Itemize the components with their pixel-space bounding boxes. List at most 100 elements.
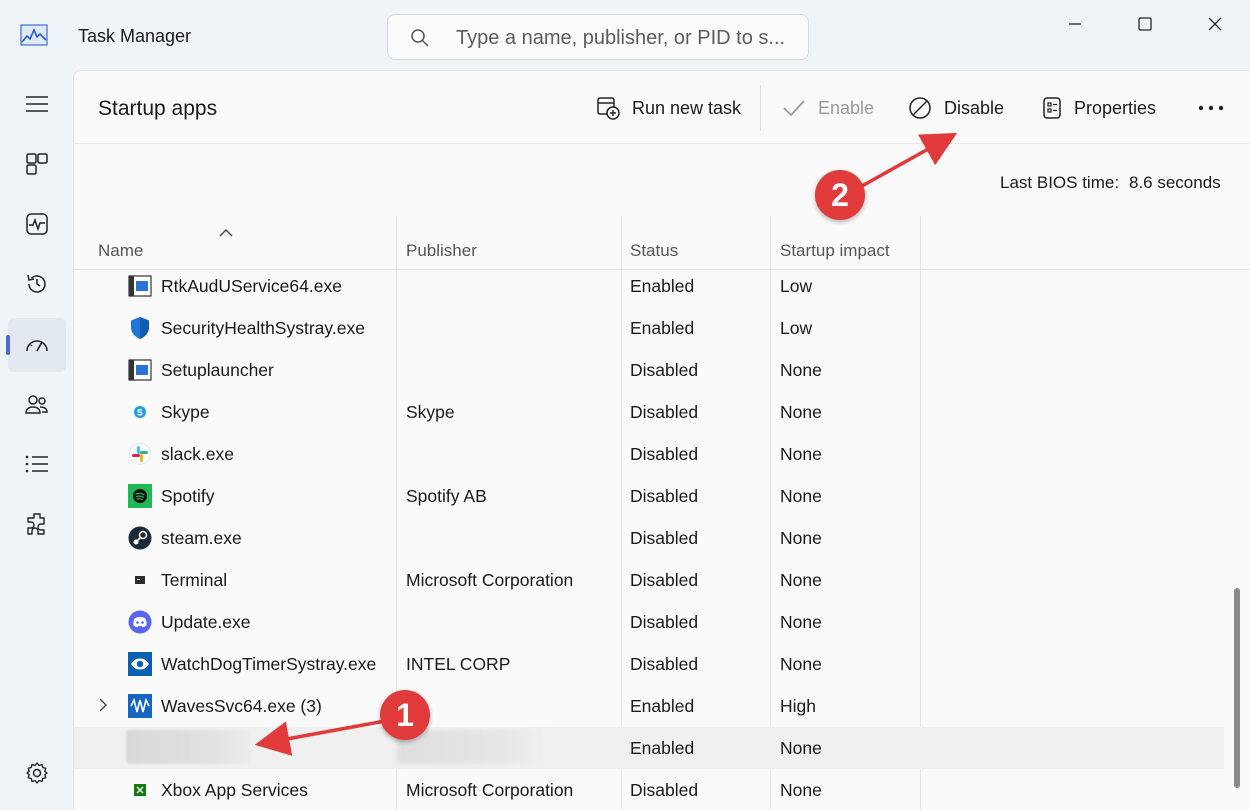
properties-button[interactable]: Properties — [1042, 93, 1156, 123]
column-header-status[interactable]: Status — [630, 241, 678, 261]
row-status: Enabled — [630, 738, 695, 758]
row-status: Disabled — [630, 570, 699, 590]
table-row[interactable]: Xbox App Services Microsoft Corporation … — [74, 769, 1224, 810]
row-impact: High — [780, 696, 816, 716]
row-status: Disabled — [630, 528, 699, 548]
properties-label: Properties — [1074, 97, 1157, 118]
steam-icon — [128, 526, 152, 550]
settings-icon — [26, 762, 48, 784]
row-publisher: Spotify AB — [406, 486, 487, 506]
table-row[interactable]: Spotify Spotify AB Disabled None — [74, 475, 1224, 517]
nav-hamburger-button[interactable] — [8, 77, 66, 131]
table-row[interactable]: WavesSvc64.exe (3) Enabled High — [74, 685, 1224, 727]
more-icon — [1198, 105, 1224, 111]
table-row[interactable]: RtkAudUService64.exe Enabled Low — [74, 265, 1224, 307]
chevron-right-icon[interactable] — [98, 697, 108, 718]
row-status: Enabled — [630, 276, 695, 296]
row-impact: None — [780, 444, 822, 464]
disable-icon — [909, 97, 931, 119]
table-row-selected[interactable]: Enabled None — [74, 727, 1224, 769]
checkmark-icon — [783, 100, 805, 117]
row-publisher: Skype — [406, 402, 455, 422]
annotation-badge-1: 1 — [380, 690, 430, 740]
skype-icon: S — [128, 400, 152, 424]
services-icon — [27, 513, 45, 535]
maximize-button[interactable] — [1130, 10, 1160, 38]
svg-text:S: S — [137, 409, 143, 419]
table-row[interactable]: SecurityHealthSystray.exe Enabled Low — [74, 307, 1224, 349]
search-box[interactable] — [387, 14, 809, 60]
run-new-task-button[interactable]: Run new task — [596, 93, 741, 123]
table-row[interactable]: Update.exe Disabled None — [74, 601, 1224, 643]
table-row[interactable]: WatchDogTimerSystray.exe INTEL CORP Disa… — [74, 643, 1224, 685]
row-impact: Low — [780, 318, 813, 338]
discord-icon — [128, 610, 152, 634]
nav-services[interactable] — [8, 497, 66, 551]
main-panel: Startup apps Run new task Enable Disable… — [73, 70, 1250, 810]
row-name: Xbox App Services — [161, 780, 308, 800]
row-name: Spotify — [161, 486, 215, 506]
details-icon — [25, 455, 48, 473]
row-impact: None — [780, 654, 822, 674]
row-impact: None — [780, 402, 822, 422]
run-new-task-icon — [597, 97, 620, 120]
row-name: WavesSvc64.exe (3) — [161, 696, 322, 716]
startup-apps-icon — [26, 340, 48, 352]
bios-time-value: 8.6 seconds — [1129, 173, 1221, 192]
nav-processes[interactable] — [8, 137, 66, 191]
search-icon — [410, 28, 430, 48]
table-row[interactable]: slack.exe Disabled None — [74, 433, 1224, 475]
hamburger-icon — [26, 96, 48, 112]
waves-icon — [128, 694, 152, 718]
nav-startup-apps[interactable] — [6, 318, 66, 372]
row-impact: None — [780, 486, 822, 506]
close-button[interactable] — [1200, 10, 1230, 38]
row-impact: None — [780, 612, 822, 632]
nav-details[interactable] — [8, 437, 66, 491]
disable-button[interactable]: Disable — [908, 93, 1004, 123]
column-header-startup-impact[interactable]: Startup impact — [780, 241, 890, 261]
row-name: WatchDogTimerSystray.exe — [161, 654, 377, 674]
row-name: Setuplauncher — [161, 360, 274, 380]
row-impact: None — [780, 570, 822, 590]
app-history-icon — [27, 274, 46, 293]
row-publisher: Microsoft Corporation — [406, 570, 574, 590]
nav-app-history[interactable] — [8, 257, 66, 311]
search-input[interactable] — [456, 23, 796, 53]
row-name: Skype — [161, 402, 210, 422]
nav-settings[interactable] — [8, 746, 66, 800]
row-name: steam.exe — [161, 528, 242, 548]
table-row[interactable]: Setuplauncher Disabled None — [74, 349, 1224, 391]
row-status: Disabled — [630, 486, 699, 506]
window-app-icon — [128, 274, 152, 298]
title-bar: Task Manager — [0, 0, 1250, 70]
enable-button[interactable]: Enable — [782, 93, 874, 123]
nav-users[interactable] — [8, 377, 66, 431]
row-name: RtkAudUService64.exe — [161, 276, 342, 296]
row-impact: Low — [780, 276, 813, 296]
column-header-name[interactable]: Name — [98, 241, 143, 261]
close-icon — [1208, 17, 1222, 31]
table-row[interactable]: S Skype Skype Disabled None — [74, 391, 1224, 433]
row-status: Disabled — [630, 444, 699, 464]
toolbar-separator — [760, 85, 761, 131]
vertical-scrollbar[interactable] — [1234, 588, 1240, 788]
enable-label: Enable — [818, 97, 875, 118]
row-status: Disabled — [630, 360, 699, 380]
column-header-publisher[interactable]: Publisher — [406, 241, 477, 261]
table-row[interactable]: steam.exe Disabled None — [74, 517, 1224, 559]
row-status: Enabled — [630, 318, 695, 338]
row-status: Disabled — [630, 654, 699, 674]
properties-icon — [1043, 97, 1061, 119]
row-status: Disabled — [630, 780, 699, 800]
row-publisher: INTEL CORP — [406, 654, 511, 674]
minimize-button[interactable] — [1060, 10, 1090, 38]
redacted-name — [126, 730, 250, 764]
nav-performance[interactable] — [8, 197, 66, 251]
performance-icon — [26, 213, 48, 235]
more-options-button[interactable] — [1198, 93, 1224, 123]
row-impact: None — [780, 528, 822, 548]
table-row[interactable]: Terminal Microsoft Corporation Disabled … — [74, 559, 1224, 601]
run-new-task-label: Run new task — [632, 97, 742, 118]
header-divider — [74, 143, 1250, 144]
